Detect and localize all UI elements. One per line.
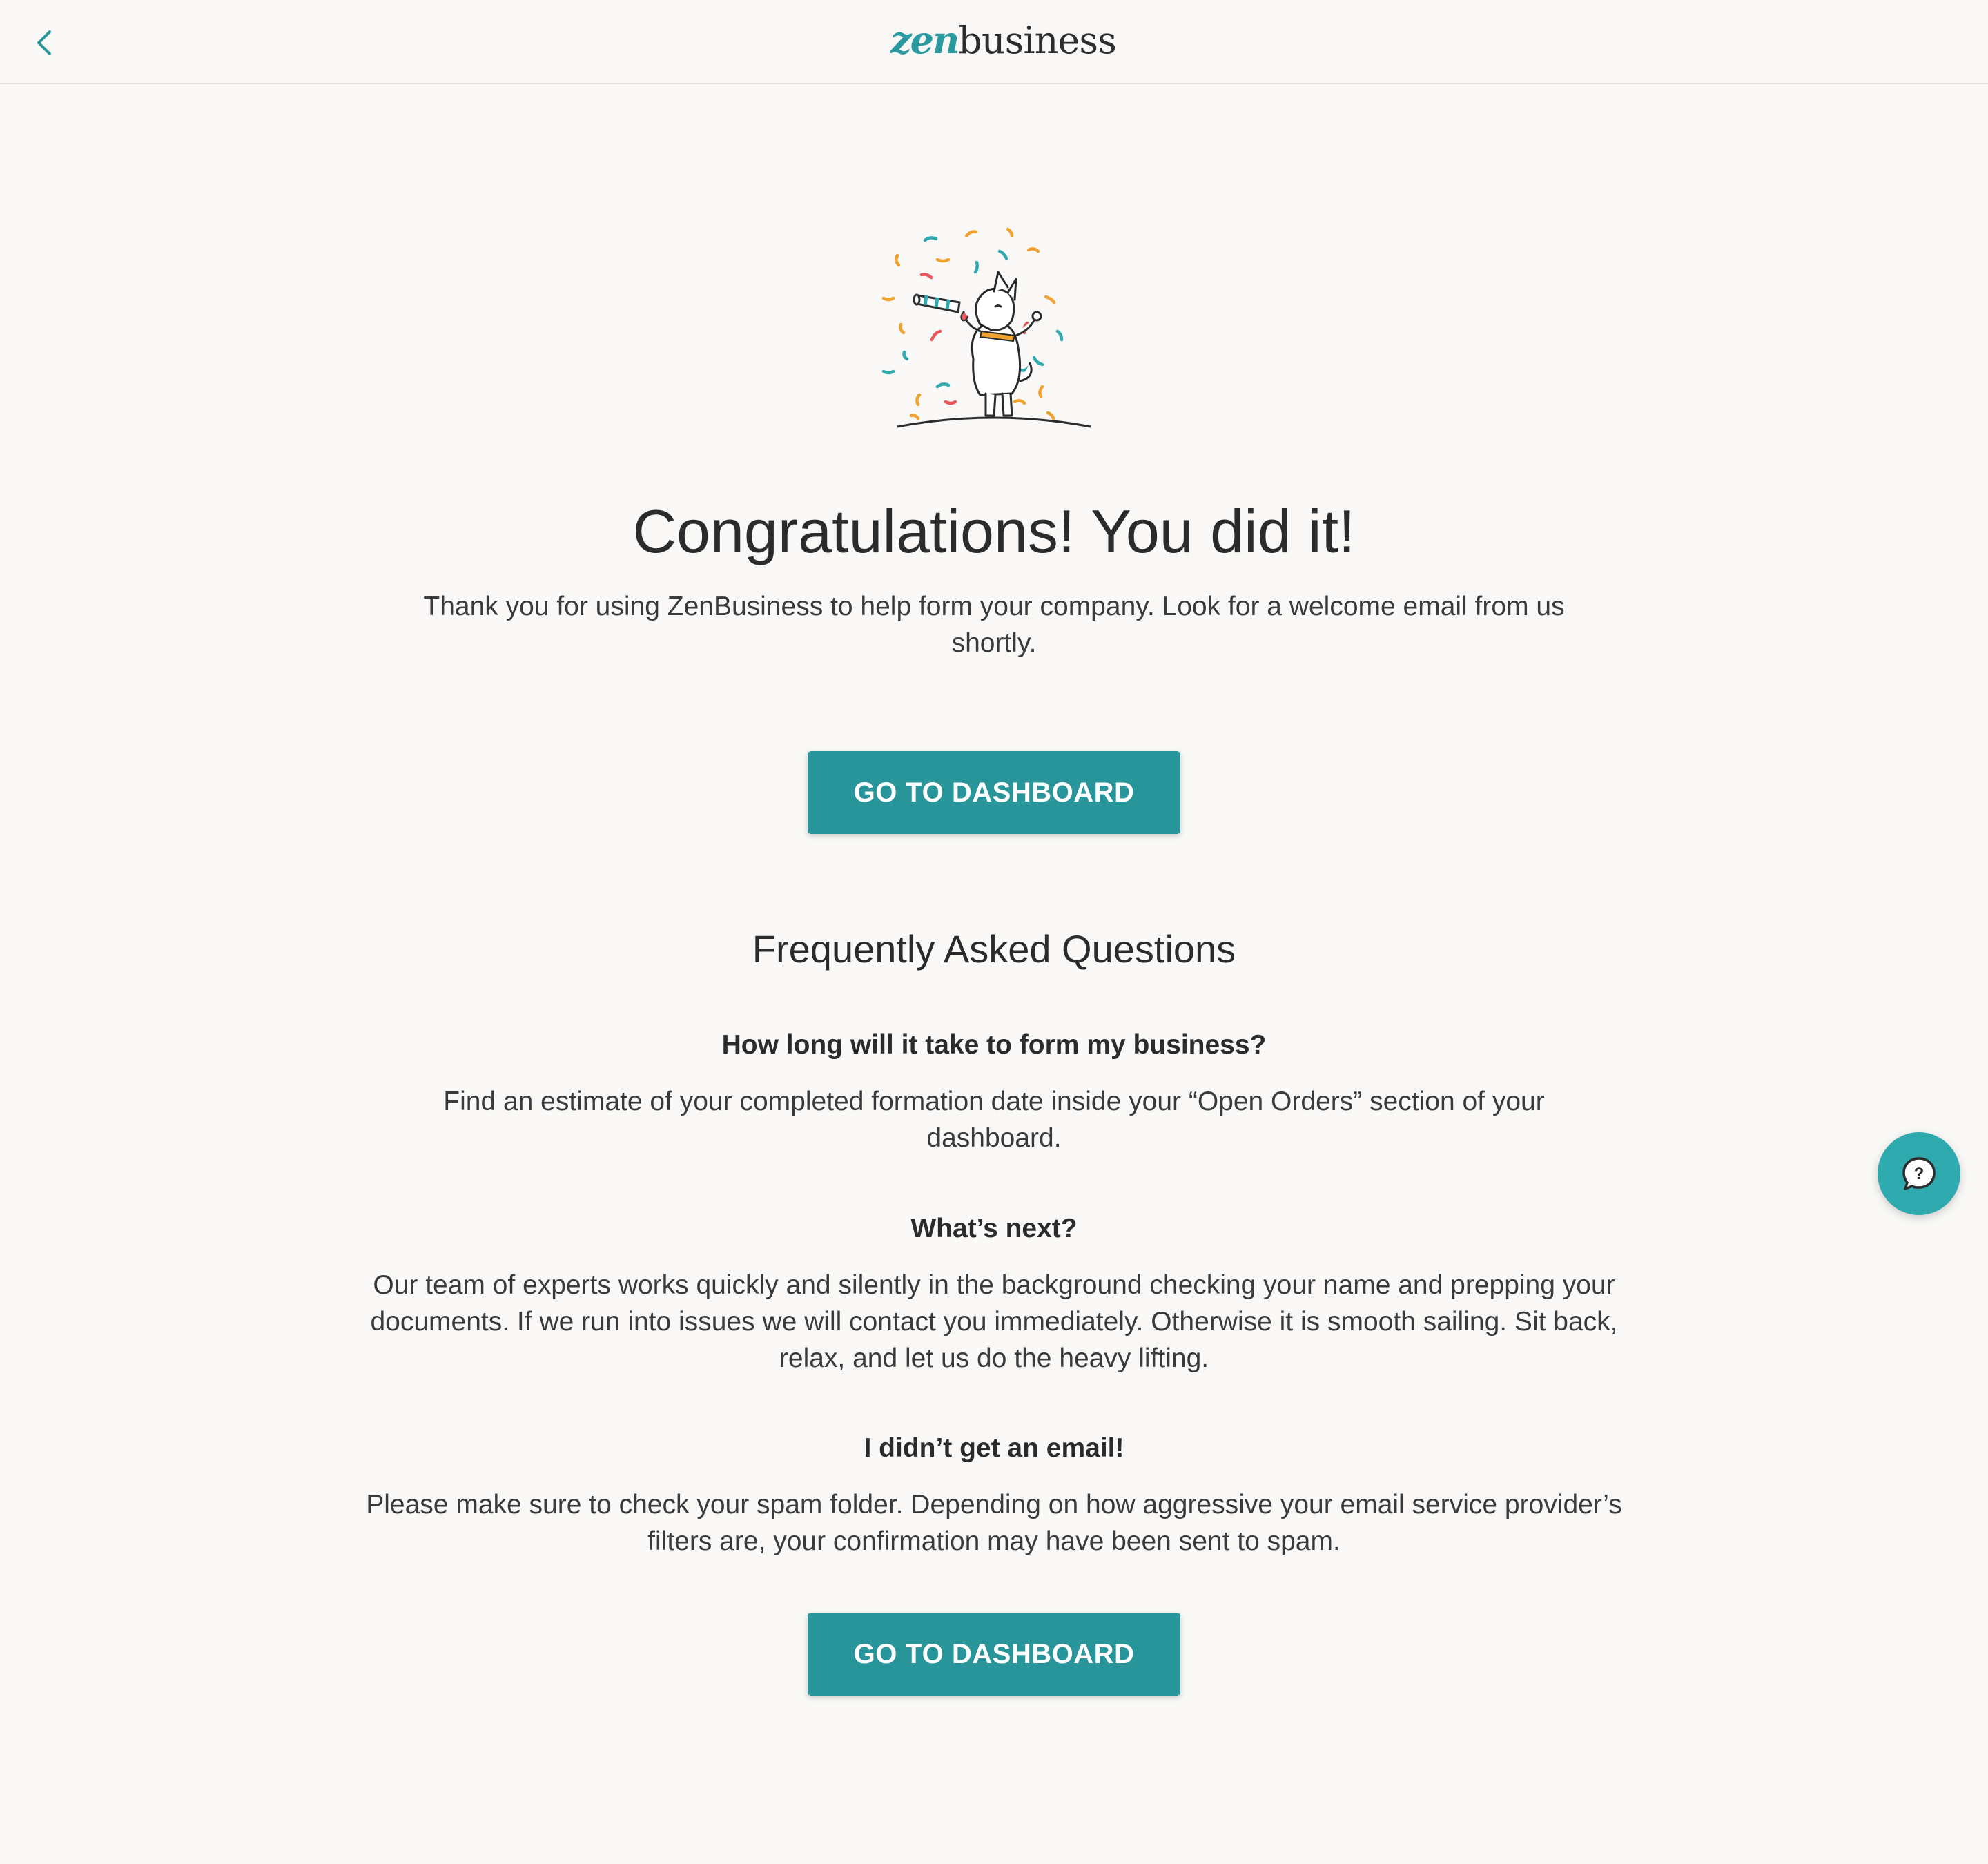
faq-answer: Please make sure to check your spam fold…: [366, 1490, 1622, 1556]
logo-business-text: business: [958, 19, 1116, 62]
back-button[interactable]: [28, 21, 61, 65]
party-horn-icon: [913, 293, 961, 313]
faq-question: How long will it take to form my busines…: [721, 1030, 1267, 1060]
page-title: Congratulations! You did it!: [632, 497, 1356, 565]
go-to-dashboard-button-bottom[interactable]: GO TO DASHBOARD: [808, 1613, 1180, 1696]
faq-question: What’s next?: [910, 1214, 1078, 1243]
logo-zen-text: zen: [890, 18, 959, 62]
zenbusiness-logo[interactable]: zen business: [890, 18, 1117, 66]
ground-line: [897, 416, 1091, 428]
faq-question: I didn’t get an email!: [864, 1433, 1124, 1463]
page-subtitle: Thank you for using ZenBusiness to help …: [423, 592, 1565, 658]
help-chat-icon: ?: [1902, 1157, 1936, 1190]
dog-icon: [962, 271, 1042, 417]
help-chat-button[interactable]: ?: [1878, 1132, 1960, 1215]
go-to-dashboard-button[interactable]: GO TO DASHBOARD: [808, 751, 1180, 834]
celebration-illustration: [881, 227, 1091, 428]
svg-text:?: ?: [1914, 1165, 1924, 1183]
chevron-left-icon: [37, 30, 51, 55]
faq-heading: Frequently Asked Questions: [752, 927, 1236, 971]
faq-answer: Our team of experts works quickly and si…: [370, 1270, 1618, 1373]
faq-answer: Find an estimate of your completed forma…: [443, 1087, 1545, 1153]
top-bar: zen business: [0, 0, 1988, 84]
